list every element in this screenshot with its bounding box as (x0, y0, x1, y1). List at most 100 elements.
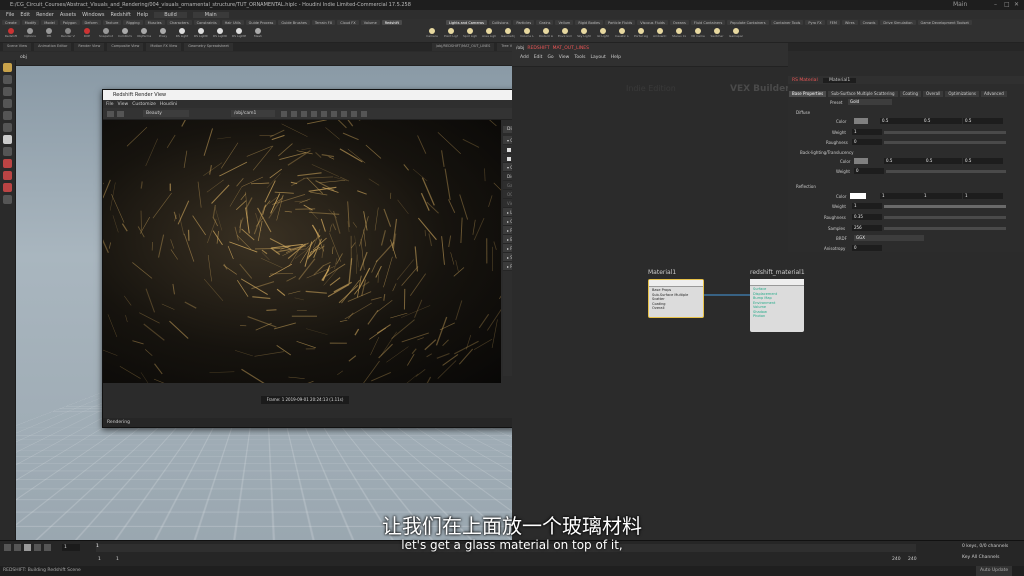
shelf-tool[interactable]: Gamepad Camera (729, 28, 743, 38)
tab-overall[interactable]: Overall (923, 91, 944, 97)
magnet-icon[interactable] (3, 159, 12, 168)
snap-icon[interactable] (3, 147, 12, 156)
render-image[interactable] (103, 120, 501, 383)
end-frame[interactable]: 240 (908, 557, 917, 562)
diffuse-r[interactable]: 0.5 (880, 118, 924, 124)
shelf-tab[interactable]: Wires (841, 20, 858, 25)
shelf-tab[interactable]: Deform (81, 20, 101, 25)
redshift-material-node[interactable]: Surface Displacement Bump Map Environmen… (750, 279, 804, 332)
tab-advanced[interactable]: Advanced (981, 91, 1007, 97)
shelf-tool[interactable]: Camera (425, 28, 439, 38)
rv-menu-view[interactable]: View (118, 102, 129, 107)
shelf-tab[interactable]: Grains (536, 20, 554, 25)
auto-update-button[interactable]: Auto Update (976, 566, 1013, 576)
ref-g[interactable]: 1 (922, 193, 962, 199)
rv-tool-icons[interactable] (279, 110, 379, 118)
shelf-tab[interactable]: Crowds (859, 20, 879, 25)
menu-file[interactable]: File (6, 12, 14, 18)
point-snap-icon[interactable] (3, 171, 12, 180)
shelf-tool[interactable]: Point Light (444, 28, 458, 38)
shelf-tab[interactable]: Muscles (144, 20, 165, 25)
minimize-button[interactable]: – (994, 0, 997, 10)
menu-windows[interactable]: Windows (82, 12, 104, 18)
shelf-tool[interactable]: Ambient Light (653, 28, 667, 38)
lock-icon[interactable] (3, 195, 12, 204)
shelf-tool[interactable]: Render View (61, 28, 75, 38)
shelf-tab[interactable]: Viscous Fluids (637, 20, 668, 25)
render-icon[interactable] (107, 111, 114, 117)
net-menu-add[interactable]: Add (520, 55, 529, 60)
diffuse-b[interactable]: 0.5 (963, 118, 1003, 124)
tab-coating[interactable]: Coating (899, 91, 922, 97)
shelf-tab[interactable]: Terrain FX (311, 20, 336, 25)
shelf-tool[interactable]: Switcher (710, 28, 724, 38)
shelf-tab[interactable]: Modify (21, 20, 40, 25)
maximize-button[interactable]: □ (1004, 0, 1010, 10)
shelf-tool[interactable]: RS LightPortal (232, 28, 246, 38)
diffuse-color-swatch[interactable] (854, 118, 868, 124)
shelf-tool[interactable]: Spot Light (463, 28, 477, 38)
tab-geometry-spreadsheet[interactable]: Geometry Spreadsheet (184, 43, 233, 51)
shelf-tab[interactable]: Rigid Bodies (575, 20, 603, 25)
net-menu-go[interactable]: Go (547, 55, 553, 60)
build-menu[interactable]: Build (154, 11, 187, 18)
diffuse-roughness[interactable]: 0 (852, 139, 882, 145)
ref-weight[interactable]: 1 (852, 203, 882, 209)
bl-g[interactable]: 0.5 (924, 158, 962, 164)
net-menu-layout[interactable]: Layout (590, 55, 605, 60)
range-start[interactable]: 1 (116, 557, 119, 562)
net-menu-help[interactable]: Help (611, 55, 621, 60)
shelf-tab[interactable]: Hair Utils (221, 20, 244, 25)
shelf-tool[interactable]: ObjParms (137, 28, 151, 38)
ref-weight-slider[interactable] (884, 205, 1006, 208)
pose-icon[interactable] (3, 123, 12, 132)
start-frame[interactable]: 1 (98, 557, 101, 562)
node1-port[interactable]: Sub-Surface Multiple Scatter (652, 293, 700, 302)
shelf-tool[interactable]: Portal Light (634, 28, 648, 38)
shelf-tab[interactable]: FEM (826, 20, 840, 25)
shelf-tab[interactable]: Drive Simulation (880, 20, 916, 25)
handle-icon[interactable] (3, 111, 12, 120)
shelf-tool[interactable]: RS LightIES (213, 28, 227, 38)
net-menu-view[interactable]: View (559, 55, 570, 60)
bl-b[interactable]: 0.5 (963, 158, 1003, 164)
close-button[interactable]: ✕ (1014, 0, 1019, 10)
shelf-tool[interactable]: ComRoms (118, 28, 132, 38)
camera-select[interactable]: /obj/cam1 (231, 110, 275, 117)
tab-composite-view[interactable]: Composite View (107, 43, 144, 51)
shelf-tab[interactable]: Fluid Containers (690, 20, 726, 25)
bl-color-swatch[interactable] (854, 158, 868, 164)
shelf-tab[interactable]: Pyro FX (805, 20, 825, 25)
view-icon[interactable] (3, 135, 12, 144)
bl-r[interactable]: 0.5 (884, 158, 924, 164)
rv-menu-houdini[interactable]: Houdini (160, 102, 177, 107)
shelf-tab[interactable]: Guide Process (245, 20, 277, 25)
rv-menu-customize[interactable]: Customize (132, 102, 156, 107)
tab-render-view[interactable]: Render View (74, 43, 105, 51)
shelf-tab[interactable]: Volume (360, 20, 380, 25)
stop-icon[interactable] (117, 111, 124, 117)
move-icon[interactable] (3, 75, 12, 84)
preset-select[interactable]: Gold (848, 99, 892, 105)
material1-node[interactable]: Base Props Sub-Surface Multiple Scatter … (648, 279, 704, 318)
tab-optimizations[interactable]: Optimizations (945, 91, 979, 97)
tab-animation-editor[interactable]: Animation Editor (34, 43, 72, 51)
samples-field[interactable]: 256 (852, 225, 882, 231)
shelf-tab[interactable]: Redshift (381, 20, 402, 25)
shelf-tool[interactable]: ROP (80, 28, 94, 38)
rotate-icon[interactable] (3, 87, 12, 96)
shelf-tab[interactable]: Oceans (669, 20, 689, 25)
range-end[interactable]: 240 (892, 557, 901, 562)
shelf-tool[interactable]: Proxy (156, 28, 170, 38)
diffuse-roughness-slider[interactable] (884, 141, 1006, 144)
menu-edit[interactable]: Edit (20, 12, 30, 18)
shelf-tool[interactable]: Mesh (251, 28, 265, 38)
ref-r[interactable]: 1 (880, 193, 924, 199)
grid-snap-icon[interactable] (3, 183, 12, 192)
shelf-tool[interactable]: Caustic Light (615, 28, 629, 38)
shelf-tab[interactable]: Container Tools (770, 20, 804, 25)
net-menu-tools[interactable]: Tools (574, 55, 585, 60)
diffuse-weight[interactable]: 1 (852, 129, 882, 135)
shelf-tab[interactable]: Constraints (193, 20, 220, 25)
ref-color-swatch[interactable] (850, 193, 866, 199)
